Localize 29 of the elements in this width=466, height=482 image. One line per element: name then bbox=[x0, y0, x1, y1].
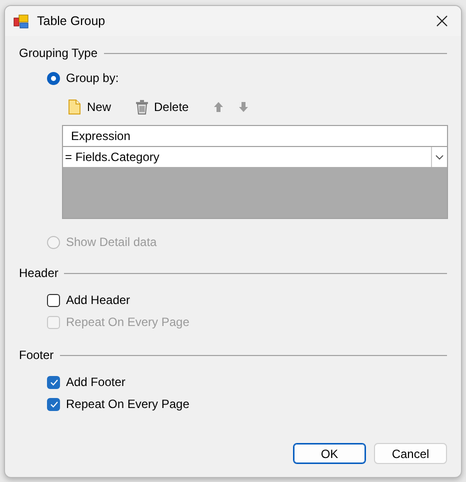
arrow-down-icon bbox=[238, 101, 249, 113]
dialog-button[interactable]: OK bbox=[293, 443, 366, 464]
check-icon bbox=[48, 377, 58, 387]
close-icon bbox=[436, 15, 448, 27]
section-heading: Header bbox=[19, 266, 58, 280]
option-label: Repeat On Every Page bbox=[66, 315, 190, 329]
new-button[interactable]: New bbox=[65, 97, 114, 117]
expression-combo[interactable]: = Fields.Category bbox=[63, 147, 447, 167]
option-label: Add Header bbox=[66, 293, 130, 307]
app-icon bbox=[13, 14, 29, 28]
trash-icon bbox=[135, 99, 150, 115]
checkbox[interactable] bbox=[47, 398, 60, 410]
delete-button[interactable]: Delete bbox=[133, 97, 191, 117]
checkbox[interactable] bbox=[47, 294, 60, 306]
dialog-button[interactable]: Cancel bbox=[374, 443, 447, 464]
check-icon bbox=[48, 399, 58, 409]
radio-button[interactable] bbox=[47, 72, 60, 84]
arrow-up-icon bbox=[212, 101, 224, 113]
option-label: Add Footer bbox=[66, 375, 126, 389]
checkbox[interactable] bbox=[47, 376, 60, 388]
option-label: Repeat On Every Page bbox=[66, 397, 190, 411]
option-label: Show Detail data bbox=[66, 235, 157, 249]
section-heading: Grouping Type bbox=[19, 46, 98, 60]
chevron-down-icon bbox=[435, 154, 444, 160]
new-page-icon bbox=[67, 99, 82, 115]
column-header[interactable]: Expression bbox=[63, 126, 447, 146]
section-heading: Footer bbox=[19, 348, 54, 362]
option-label: Group by: bbox=[66, 71, 119, 85]
window-title: Table Group bbox=[37, 14, 106, 28]
